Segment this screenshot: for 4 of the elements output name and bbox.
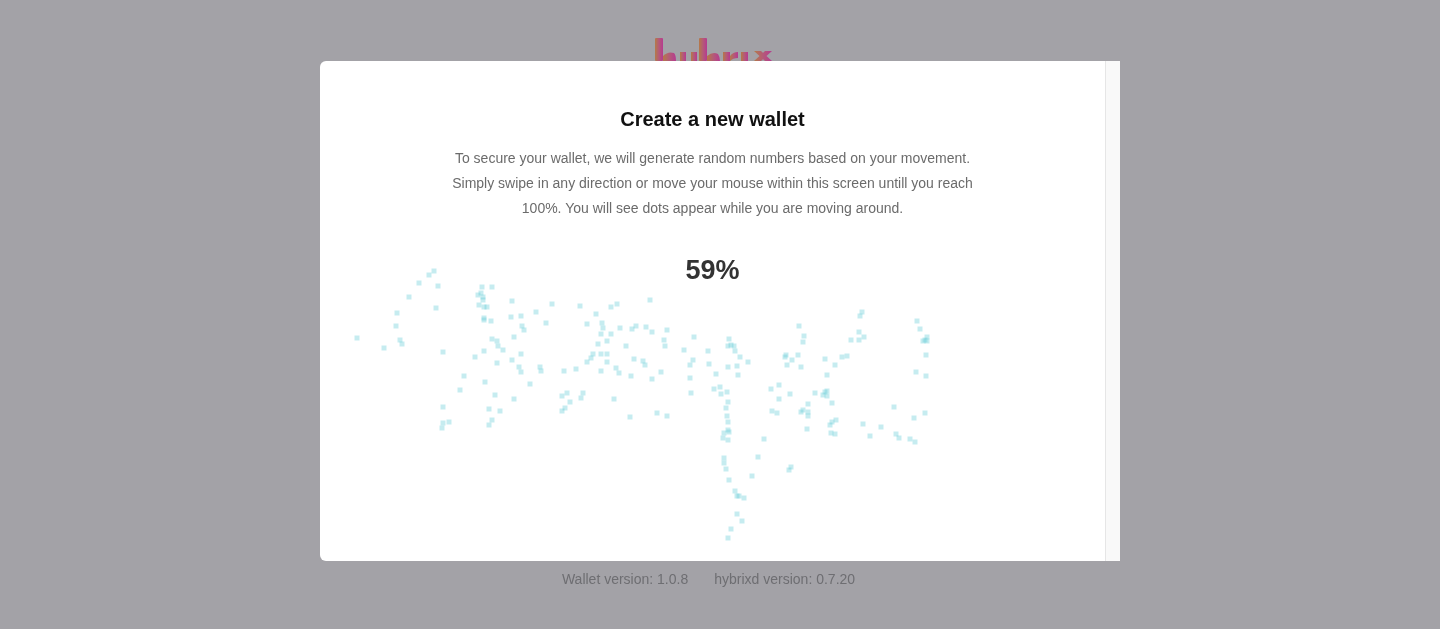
progress-percentage: 59% — [685, 254, 740, 286]
dialog-description: To secure your wallet, we will generate random numbers based on your movement. Simply swipe in any direction or move your mouse within this screen untill you reach 100%. You will see dots appear while you are moving around. — [451, 149, 974, 218]
dialog-title: Create a new wallet — [620, 107, 805, 131]
scrollbar-track[interactable] — [1105, 61, 1120, 561]
